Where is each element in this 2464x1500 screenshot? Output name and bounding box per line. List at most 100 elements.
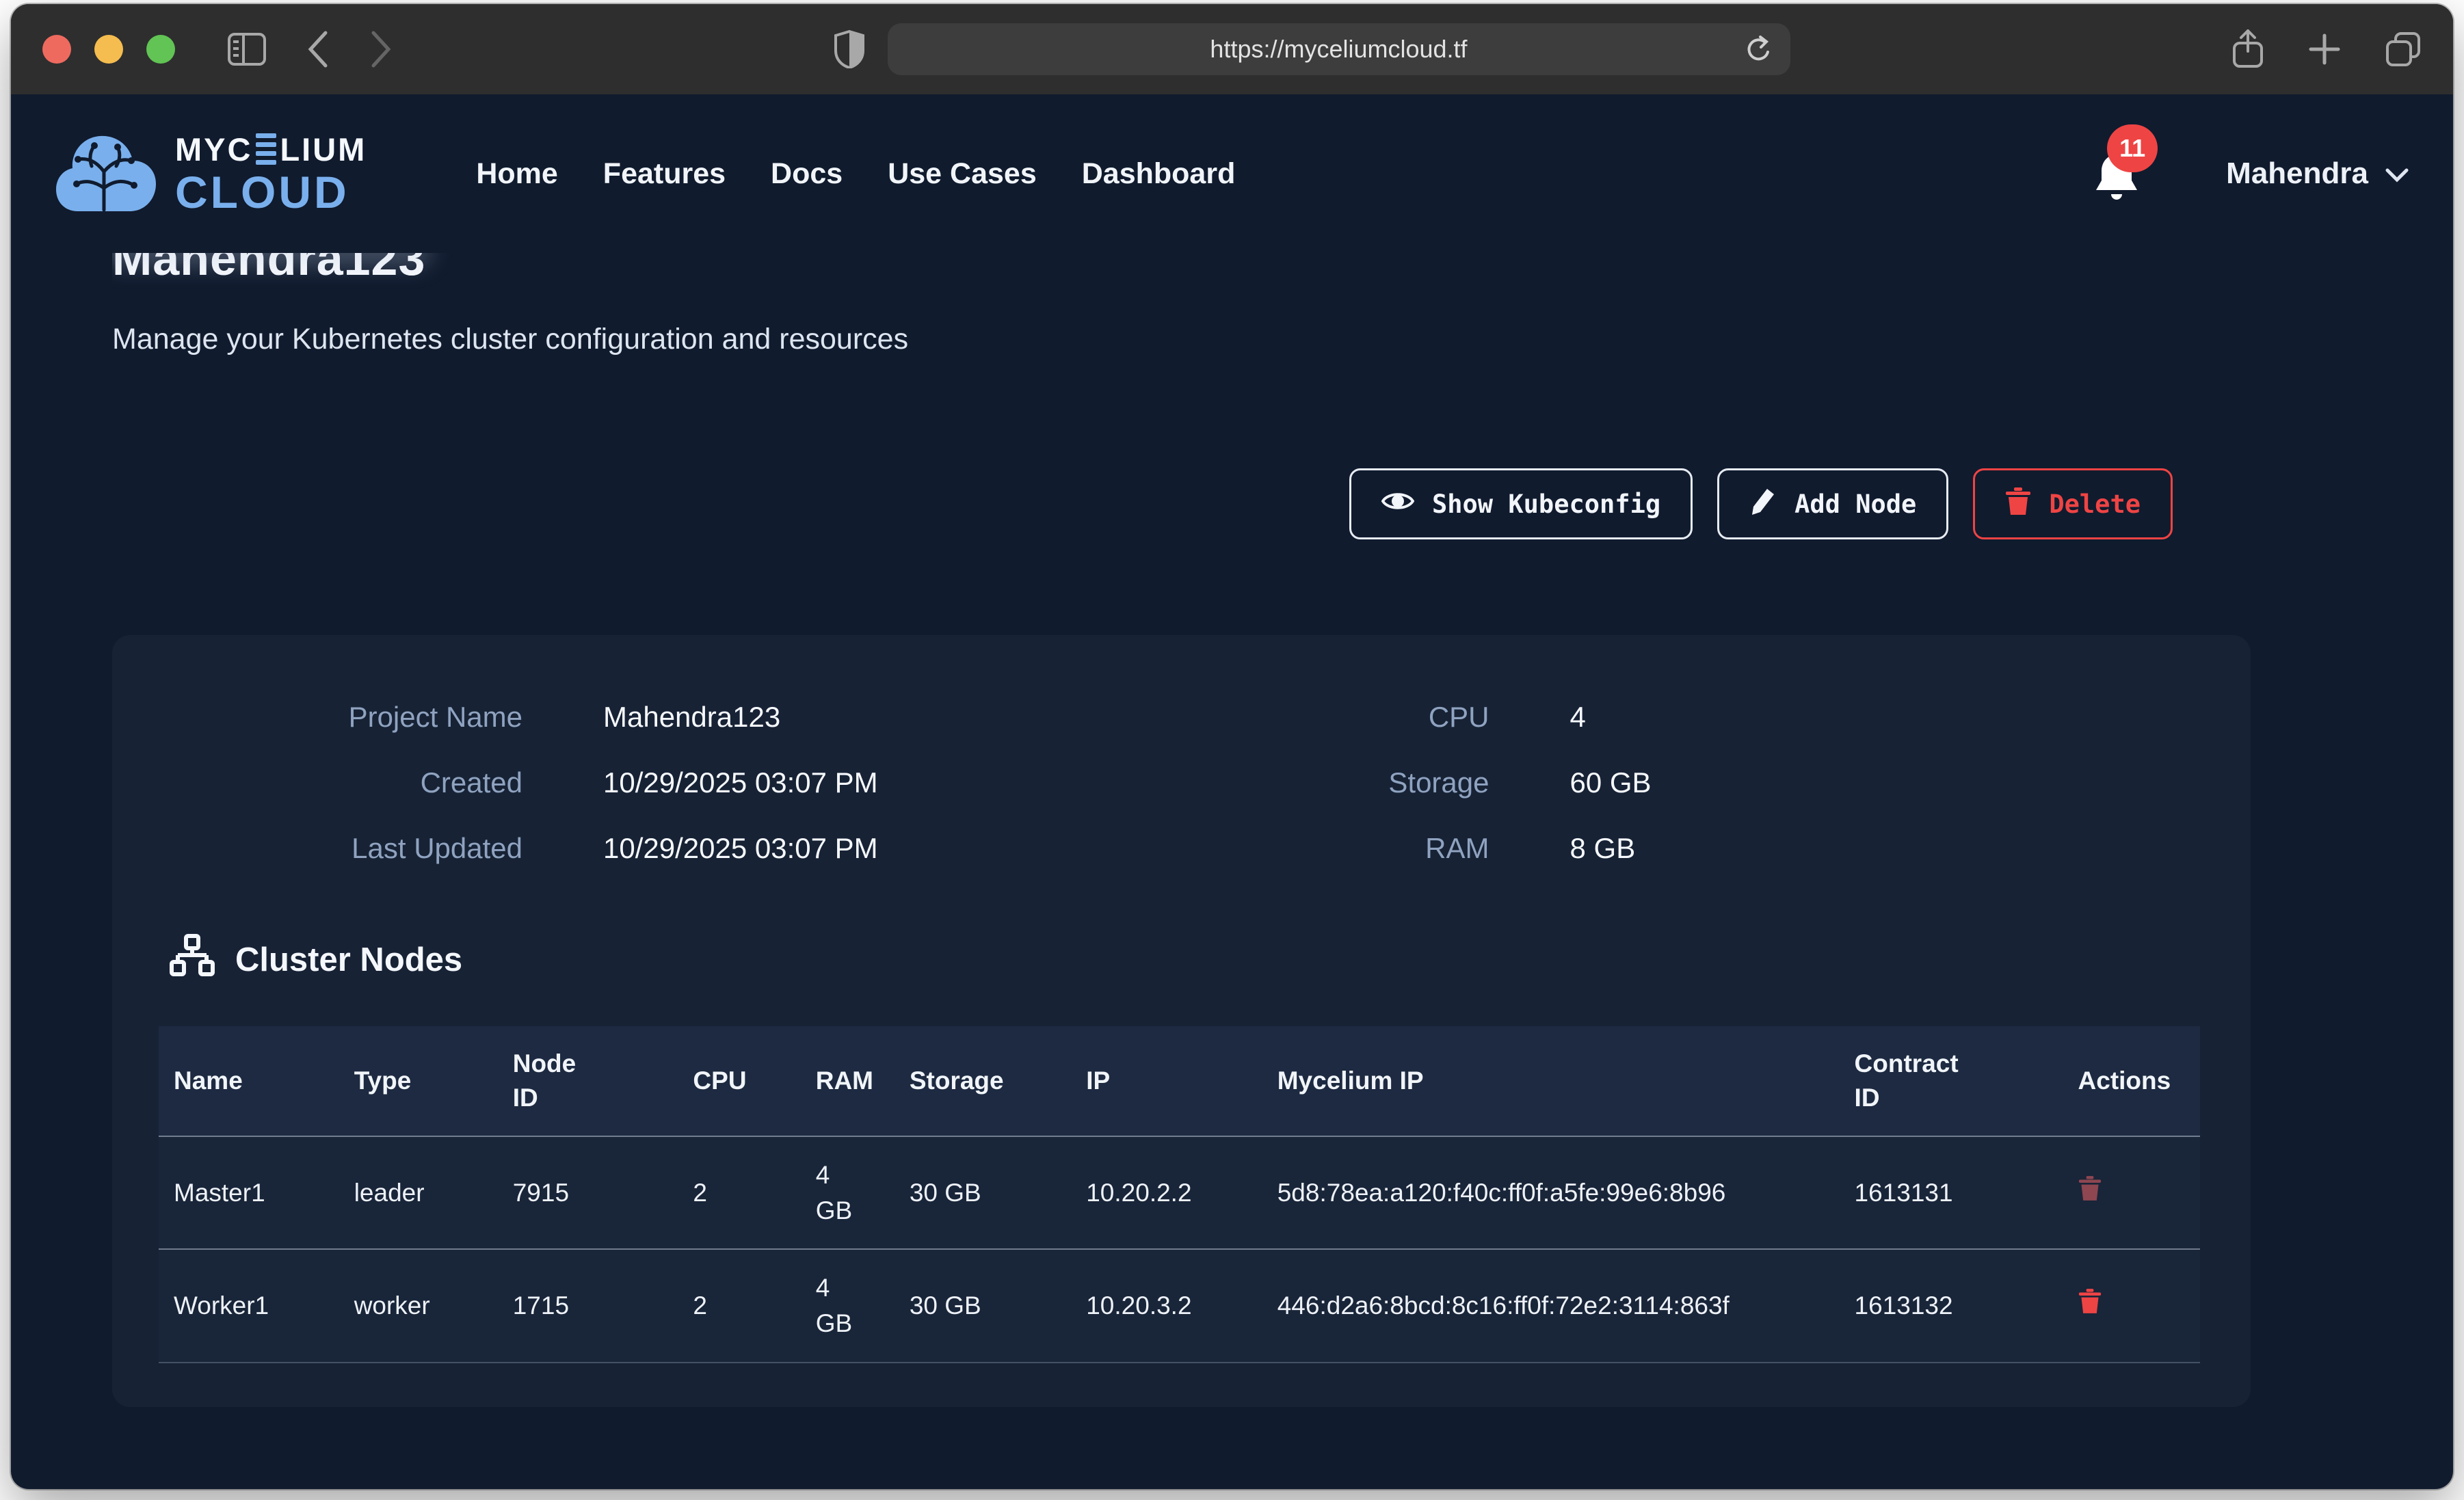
address-bar[interactable]: https://myceliumcloud.tf: [888, 23, 1790, 75]
cell-node-id: 1715: [498, 1249, 678, 1363]
last-updated-row: Last Updated 10/29/2025 03:07 PM: [112, 832, 1182, 865]
mycelium-cloud-logo[interactable]: MYCLIUM CLOUD: [55, 131, 367, 217]
cluster-details-card: Project Name Mahendra123 Created 10/29/2…: [112, 635, 2251, 1407]
cell-storage: 30 GB: [895, 1136, 1071, 1250]
sidebar-toggle-icon[interactable]: [227, 32, 267, 66]
storage-value: 60 GB: [1570, 766, 1652, 799]
network-nodes-icon: [170, 933, 215, 987]
cell-ip: 10.20.2.2: [1071, 1136, 1262, 1250]
cell-name: Master1: [159, 1136, 339, 1250]
logo-line2: CLOUD: [175, 170, 367, 215]
cpu-label: CPU: [1182, 701, 1489, 734]
cell-storage: 30 GB: [895, 1249, 1071, 1363]
reload-icon[interactable]: [1745, 34, 1773, 64]
created-row: Created 10/29/2025 03:07 PM: [112, 766, 1182, 799]
nav-use-cases[interactable]: Use Cases: [888, 157, 1037, 191]
trash-icon: [2005, 486, 2031, 522]
created-label: Created: [112, 766, 522, 799]
cell-actions: [2063, 1136, 2200, 1250]
project-info: Project Name Mahendra123 Created 10/29/2…: [112, 701, 2251, 865]
col-header-name: Name: [159, 1026, 339, 1136]
browser-toolbar: https://myceliumcloud.tf: [11, 4, 2453, 94]
logo-line1: MYCLIUM: [175, 133, 367, 165]
project-name-row: Project Name Mahendra123: [112, 701, 1182, 734]
project-name-label: Project Name: [112, 701, 522, 734]
cluster-nodes-heading: Cluster Nodes: [170, 933, 2251, 987]
logo-e-glyph: [256, 133, 276, 165]
col-header-node-id: Node ID: [498, 1026, 678, 1136]
back-button-icon[interactable]: [306, 30, 330, 68]
tab-overview-icon[interactable]: [2385, 31, 2422, 68]
nav-docs[interactable]: Docs: [771, 157, 843, 191]
trash-icon: [2078, 1175, 2102, 1202]
cluster-actions: Show Kubeconfig Add Node Delete: [112, 468, 2251, 539]
cell-actions: [2063, 1249, 2200, 1363]
col-header-mycelium-ip: Mycelium IP: [1262, 1026, 1840, 1136]
new-tab-icon[interactable]: [2308, 33, 2341, 66]
eye-icon: [1381, 488, 1414, 520]
ram-row: RAM 8 GB: [1182, 832, 2251, 865]
show-kubeconfig-button[interactable]: Show Kubeconfig: [1349, 468, 1693, 539]
table-row: Worker1 worker 1715 2 4 GB 30 GB 10.20.3…: [159, 1249, 2200, 1363]
nav-home[interactable]: Home: [476, 157, 557, 191]
zoom-window-button[interactable]: [146, 35, 175, 64]
pencil-icon: [1749, 486, 1777, 522]
nav-features[interactable]: Features: [603, 157, 726, 191]
main-nav: Home Features Docs Use Cases Dashboard: [476, 157, 1235, 191]
add-node-button[interactable]: Add Node: [1717, 468, 1948, 539]
user-name: Mahendra: [2226, 157, 2368, 191]
col-header-ip: IP: [1071, 1026, 1262, 1136]
cell-ram: 4 GB: [801, 1249, 895, 1363]
delete-node-button[interactable]: [2078, 1287, 2102, 1317]
col-header-storage: Storage: [895, 1026, 1071, 1136]
cell-ram: 4 GB: [801, 1136, 895, 1250]
cell-name: Worker1: [159, 1249, 339, 1363]
cluster-nodes-table: Name Type Node ID CPU RAM Storage IP Myc…: [159, 1026, 2200, 1363]
page-title-clip: Mahendra123: [112, 253, 2453, 298]
cell-node-id: 7915: [498, 1136, 678, 1250]
minimize-window-button[interactable]: [94, 35, 123, 64]
col-header-actions: Actions: [2063, 1026, 2200, 1136]
url-text: https://myceliumcloud.tf: [1210, 35, 1467, 64]
created-value: 10/29/2025 03:07 PM: [603, 766, 878, 799]
cell-cpu: 2: [678, 1136, 800, 1250]
cell-contract-id: 1613132: [1840, 1249, 2063, 1363]
delete-node-button[interactable]: [2078, 1175, 2102, 1204]
cell-type: worker: [339, 1249, 498, 1363]
delete-cluster-button[interactable]: Delete: [1973, 468, 2173, 539]
col-header-ram: RAM: [801, 1026, 895, 1136]
notification-badge: 11: [2107, 124, 2158, 172]
cell-ip: 10.20.3.2: [1071, 1249, 1262, 1363]
browser-window: https://myceliumcloud.tf: [11, 4, 2453, 1489]
storage-label: Storage: [1182, 766, 1489, 799]
forward-button-icon[interactable]: [369, 30, 393, 68]
trash-icon: [2078, 1287, 2102, 1315]
scroll-blur-artifact: [112, 253, 431, 265]
col-header-cpu: CPU: [678, 1026, 800, 1136]
site-header: MYCLIUM CLOUD Home Features Docs Use Cas…: [11, 94, 2453, 253]
col-header-contract-id: Contract ID: [1840, 1026, 2063, 1136]
page-subtitle: Manage your Kubernetes cluster configura…: [112, 323, 2453, 356]
nav-dashboard[interactable]: Dashboard: [1082, 157, 1236, 191]
last-updated-label: Last Updated: [112, 832, 522, 865]
cpu-row: CPU 4: [1182, 701, 2251, 734]
user-menu[interactable]: Mahendra: [2226, 157, 2409, 191]
cell-contract-id: 1613131: [1840, 1136, 2063, 1250]
page-title: Mahendra123: [112, 253, 2453, 286]
cloud-logo-icon: [55, 131, 157, 217]
table-row: Master1 leader 7915 2 4 GB 30 GB 10.20.2…: [159, 1136, 2200, 1250]
cell-mycelium-ip: 5d8:78ea:a120:f40c:ff0f:a5fe:99e6:8b96: [1262, 1136, 1840, 1250]
share-icon[interactable]: [2231, 29, 2264, 69]
close-window-button[interactable]: [42, 35, 71, 64]
col-header-type: Type: [339, 1026, 498, 1136]
last-updated-value: 10/29/2025 03:07 PM: [603, 832, 878, 865]
notifications-button[interactable]: 11: [2089, 142, 2144, 205]
table-header-row: Name Type Node ID CPU RAM Storage IP Myc…: [159, 1026, 2200, 1136]
ram-label: RAM: [1182, 832, 1489, 865]
page-content: Mahendra123 Manage your Kubernetes clust…: [11, 253, 2453, 1407]
cell-type: leader: [339, 1136, 498, 1250]
cell-cpu: 2: [678, 1249, 800, 1363]
chevron-down-icon: [2385, 157, 2409, 191]
privacy-shield-icon[interactable]: [834, 30, 864, 68]
storage-row: Storage 60 GB: [1182, 766, 2251, 799]
